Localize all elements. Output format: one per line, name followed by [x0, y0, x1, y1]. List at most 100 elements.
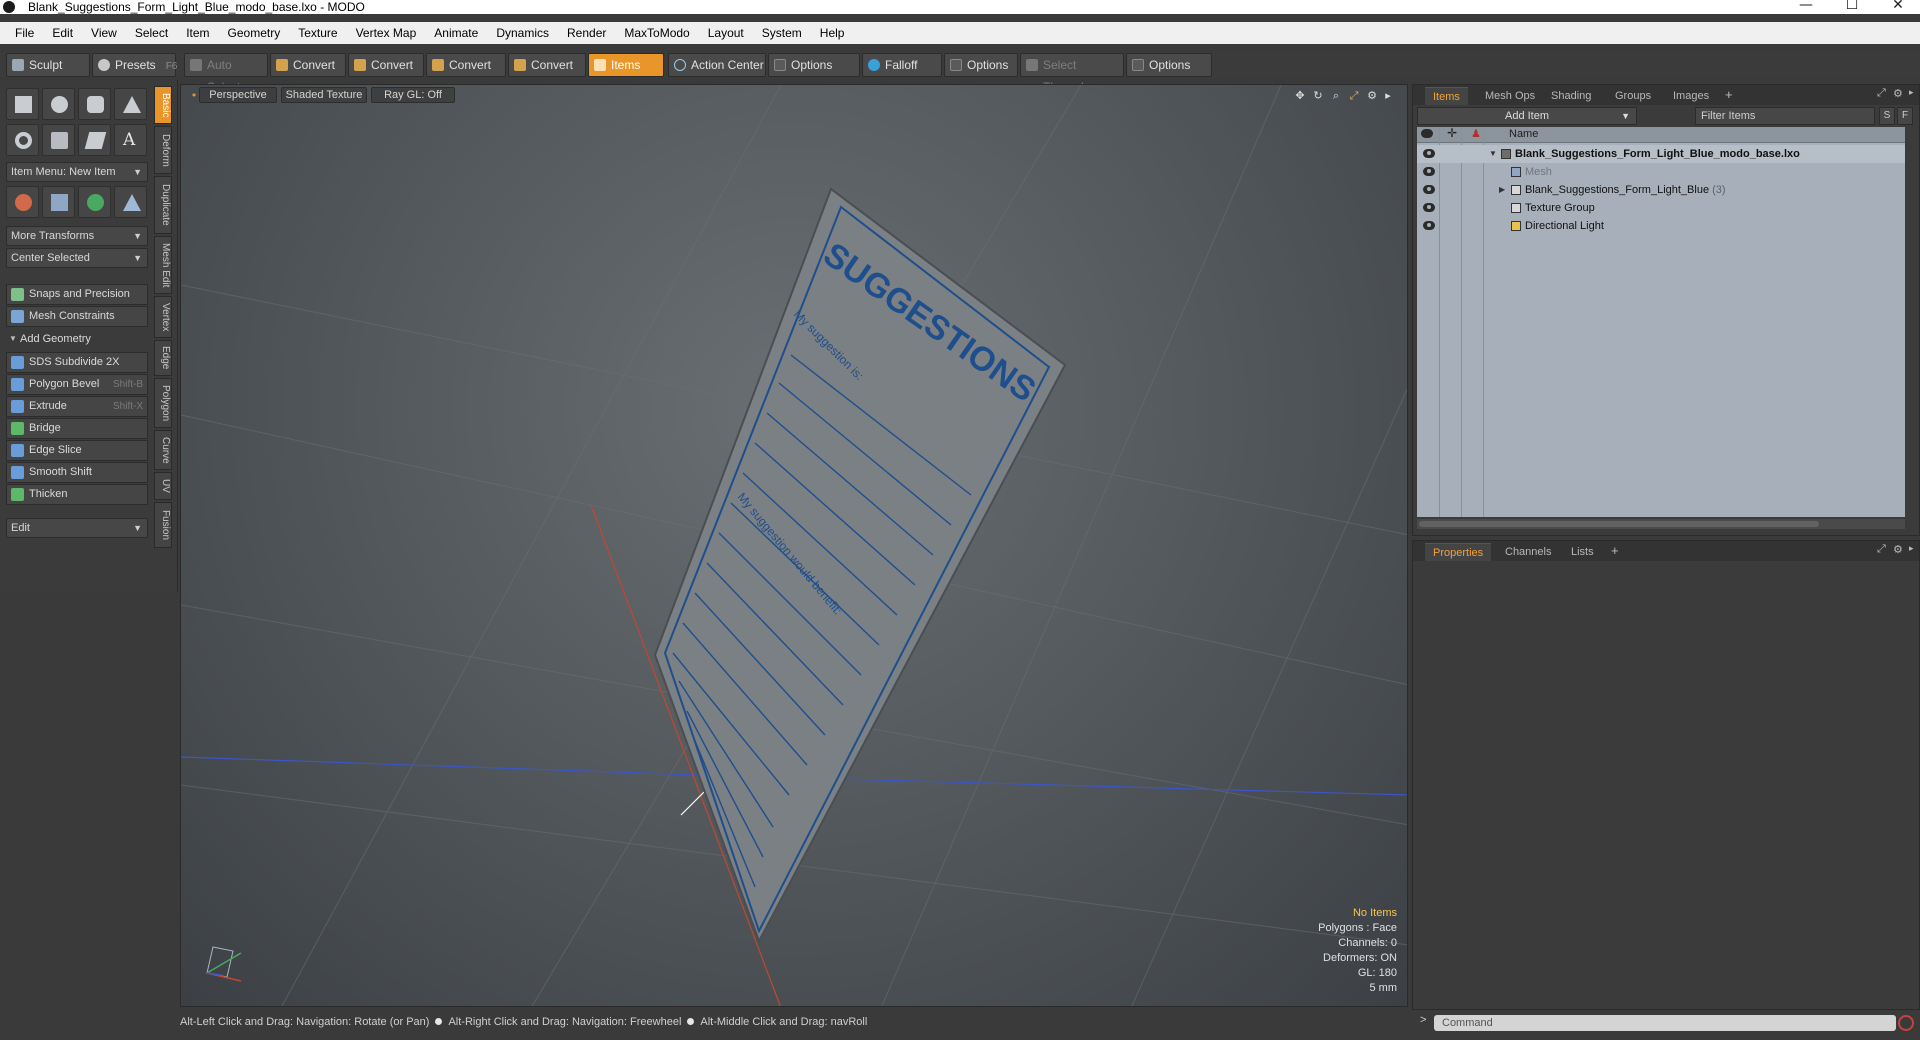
pan-icon[interactable]: ✥	[1293, 89, 1307, 103]
tab-mesh-ops[interactable]: Mesh Ops	[1477, 87, 1543, 105]
item-menu-dropdown[interactable]: Item Menu: New Item ▼	[6, 162, 148, 182]
options-action-center-button[interactable]: Options	[768, 53, 860, 77]
cone-tool[interactable]	[114, 88, 147, 120]
menu-edit[interactable]: Edit	[43, 26, 82, 40]
vtab-duplicate[interactable]: Duplicate	[154, 176, 172, 234]
convert-polygons-button[interactable]: Convert	[426, 53, 506, 77]
perspective-button[interactable]: Perspective	[199, 87, 277, 103]
tree-row-scene[interactable]: ▼ Blank_Suggestions_Form_Light_Blue_modo…	[1417, 145, 1905, 163]
array-tool[interactable]	[114, 186, 147, 218]
menu-render[interactable]: Render	[558, 26, 615, 40]
3d-viewport[interactable]: SUGGESTIONS My suggestion is: My suggest…	[180, 84, 1408, 1007]
gear-icon[interactable]: ⚙	[1893, 543, 1903, 556]
record-macro-icon[interactable]	[1898, 1015, 1914, 1031]
filter-items-input[interactable]: Filter Items	[1695, 107, 1875, 125]
options-falloff-button[interactable]: Options	[944, 53, 1018, 77]
tree-row-directional-light[interactable]: Directional Light	[1417, 217, 1905, 235]
visibility-eye-icon[interactable]	[1423, 185, 1435, 194]
vtab-uv[interactable]: UV	[154, 472, 172, 500]
add-item-dropdown[interactable]: Add Item ▼	[1417, 107, 1637, 125]
edit-dropdown[interactable]: Edit ▼	[6, 518, 148, 538]
menu-select[interactable]: Select	[126, 26, 177, 40]
tab-properties[interactable]: Properties	[1425, 543, 1492, 561]
gear-icon[interactable]: ⚙	[1365, 89, 1379, 103]
menu-view[interactable]: View	[82, 26, 126, 40]
convert-vertices-button[interactable]: Convert	[270, 53, 346, 77]
minimize-button[interactable]: —	[1786, 0, 1826, 14]
rotate-icon[interactable]: ↻	[1311, 89, 1325, 103]
items-mode-button[interactable]: Items	[588, 53, 664, 77]
command-input[interactable]: Command	[1434, 1015, 1896, 1031]
tab-channels[interactable]: Channels	[1497, 543, 1559, 561]
torus-tool[interactable]	[6, 124, 39, 156]
menu-dynamics[interactable]: Dynamics	[487, 26, 558, 40]
tree-row-mesh[interactable]: Mesh	[1417, 163, 1905, 181]
expand-right-icon[interactable]: ▸	[1381, 89, 1395, 103]
bridge-button[interactable]: Bridge	[6, 418, 148, 439]
menu-texture[interactable]: Texture	[289, 26, 346, 40]
menu-geometry[interactable]: Geometry	[219, 26, 290, 40]
transform-tool[interactable]	[6, 186, 39, 218]
gear-icon[interactable]: ⚙	[1893, 87, 1903, 100]
polygon-bevel-button[interactable]: Polygon Bevel Shift-B	[6, 374, 148, 395]
visibility-eye-icon[interactable]	[1423, 203, 1435, 212]
add-tab-icon[interactable]: +	[1725, 87, 1733, 102]
globe-tool[interactable]	[78, 186, 111, 218]
edge-slice-button[interactable]: Edge Slice	[6, 440, 148, 461]
vtab-mesh-edit[interactable]: Mesh Edit	[154, 236, 172, 294]
tab-lists[interactable]: Lists	[1563, 543, 1602, 561]
collapse-triangle-icon[interactable]: ▼	[1489, 145, 1497, 163]
cylinder-tool[interactable]	[78, 88, 111, 120]
action-center-button[interactable]: Action Center	[668, 53, 766, 77]
menu-help[interactable]: Help	[811, 26, 854, 40]
extrude-button[interactable]: Extrude Shift-X	[6, 396, 148, 417]
menu-vertex-map[interactable]: Vertex Map	[347, 26, 426, 40]
expand-triangle-icon[interactable]: ▶	[1499, 181, 1505, 199]
vtab-edge[interactable]: Edge	[154, 340, 172, 376]
fit-icon[interactable]: ⤢	[1347, 89, 1361, 103]
falloff-button[interactable]: Falloff	[862, 53, 942, 77]
convert-items-button[interactable]: Convert	[508, 53, 586, 77]
thicken-button[interactable]: Thicken	[6, 484, 148, 505]
text-tool[interactable]: A	[114, 124, 147, 156]
expand-right-icon[interactable]: ▸	[1909, 87, 1914, 98]
tab-items[interactable]: Items	[1425, 87, 1468, 105]
convert-edges-button[interactable]: Convert	[348, 53, 424, 77]
mesh-constraints-button[interactable]: Mesh Constraints	[6, 306, 148, 327]
filter-s-button[interactable]: S	[1879, 107, 1895, 125]
smooth-shift-button[interactable]: Smooth Shift	[6, 462, 148, 483]
sphere-tool[interactable]	[42, 88, 75, 120]
vtab-vertex[interactable]: Vertex	[154, 296, 172, 338]
menu-system[interactable]: System	[753, 26, 811, 40]
maximize-panel-icon[interactable]: ⤢	[1877, 543, 1886, 556]
tree-row-form-mesh[interactable]: ▶ Blank_Suggestions_Form_Light_Blue (3)	[1417, 181, 1905, 199]
form-board[interactable]	[653, 187, 1067, 944]
tab-shading[interactable]: Shading	[1543, 87, 1599, 105]
menu-file[interactable]: File	[6, 26, 43, 40]
raygl-button[interactable]: Ray GL: Off	[371, 87, 455, 103]
menu-maxtomodo[interactable]: MaxToModo	[615, 26, 698, 40]
expand-right-icon[interactable]: ▸	[1909, 543, 1914, 554]
vtab-fusion[interactable]: Fusion	[154, 502, 172, 548]
tree-row-texture-group[interactable]: Texture Group	[1417, 199, 1905, 217]
maximize-button[interactable]: ☐	[1832, 0, 1872, 14]
vtab-deform[interactable]: Deform	[154, 126, 172, 174]
center-selected-dropdown[interactable]: Center Selected ▼	[6, 248, 148, 268]
snaps-precision-button[interactable]: Snaps and Precision	[6, 284, 148, 305]
tube-tool[interactable]	[42, 124, 75, 156]
select-through-button[interactable]: Select Through	[1020, 53, 1124, 94]
vtab-basic[interactable]: Basic	[154, 86, 172, 124]
options-select-through-button[interactable]: Options	[1126, 53, 1212, 77]
add-tab-icon[interactable]: +	[1611, 543, 1619, 558]
vtab-polygon[interactable]: Polygon	[154, 378, 172, 428]
grid-tool[interactable]	[42, 186, 75, 218]
horizontal-scrollbar[interactable]	[1417, 519, 1905, 529]
sds-subdivide-button[interactable]: SDS Subdivide 2X	[6, 352, 148, 373]
menu-animate[interactable]: Animate	[425, 26, 487, 40]
tab-groups[interactable]: Groups	[1607, 87, 1659, 105]
add-geometry-section[interactable]: ▼ Add Geometry	[6, 330, 148, 348]
visibility-eye-icon[interactable]	[1423, 167, 1435, 176]
visibility-eye-icon[interactable]	[1423, 221, 1435, 230]
shading-mode-button[interactable]: Shaded Texture	[281, 87, 367, 103]
tab-images[interactable]: Images	[1665, 87, 1717, 105]
